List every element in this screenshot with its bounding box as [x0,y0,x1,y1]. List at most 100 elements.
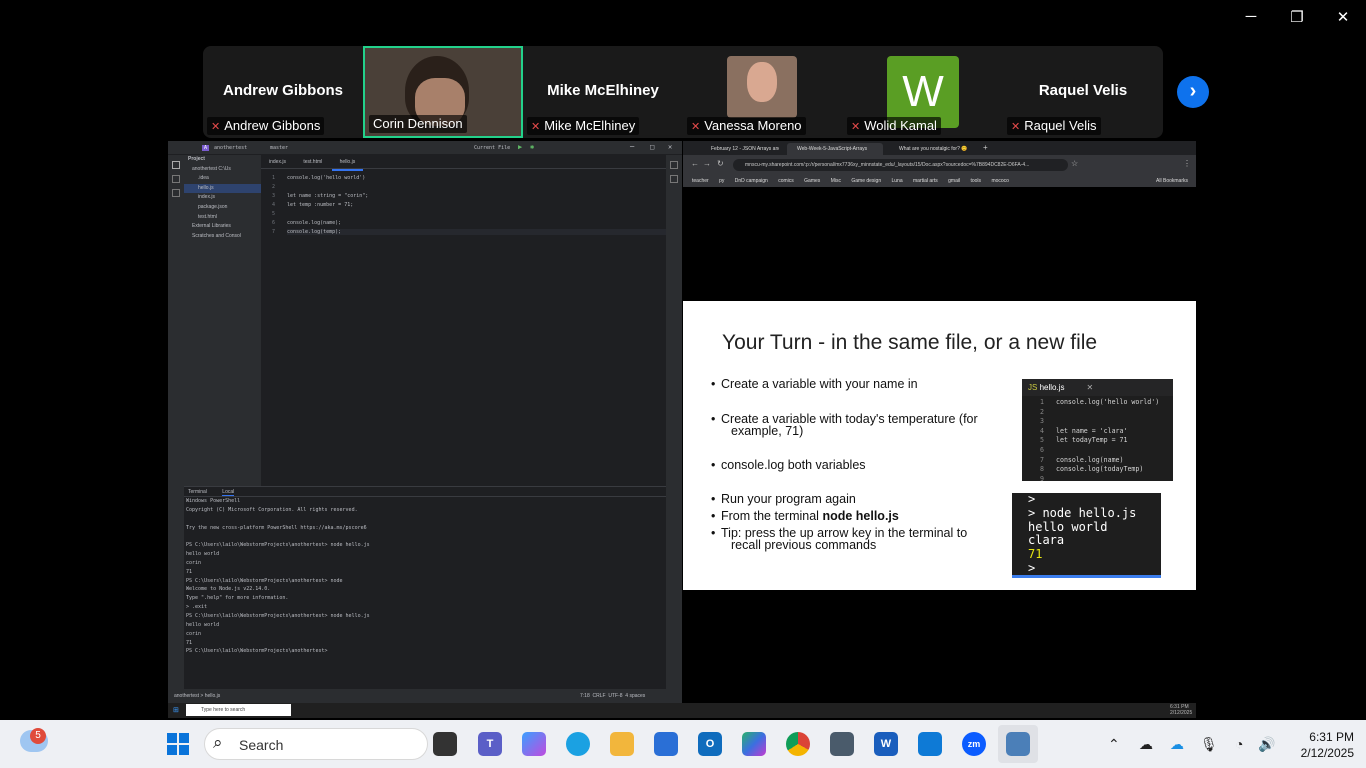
tree-item[interactable]: test.html [184,213,261,223]
notification-badge: 5 [30,728,46,744]
bookmark-item[interactable]: Luna [892,178,903,184]
run-config-select[interactable]: Current File [474,145,510,151]
terminal-line: PS C:\Users\lailo\WebstormProjects\anoth… [186,648,328,655]
calculator-icon[interactable] [830,732,854,756]
outlook-icon[interactable]: O [698,732,722,756]
bookmark-item[interactable]: Game design [851,178,881,184]
status-bar: anothertest > hello.js 7:18 CRLF UTF-8 4… [168,689,682,703]
line-number: 5 [1040,436,1044,445]
code-tab: JS hello.js ✕ [1022,379,1173,396]
terminal-tabs: Terminal Local [184,487,666,497]
wifi-icon[interactable]: ◔ [1235,736,1243,752]
teams-icon[interactable]: T [478,732,502,756]
copilot-icon[interactable] [522,732,546,756]
edge-icon[interactable] [566,732,590,756]
tab-hello-js[interactable]: hello.js [331,155,364,171]
structure-tool-icon[interactable] [172,189,180,197]
bookmark-item[interactable]: py [719,178,724,184]
next-page-button[interactable]: › [1177,76,1209,108]
bookmark-item[interactable]: teacher [692,178,709,184]
participant-tile[interactable]: Mike McElhiney ✕ Mike McElhiney [523,46,683,138]
all-bookmarks[interactable]: All Bookmarks [1156,175,1188,187]
menu-icon[interactable]: ⋮ [1183,159,1191,168]
bookmark-item[interactable]: comics [778,178,794,184]
terminal-tab-local[interactable]: Local [222,489,235,496]
notifications-icon[interactable] [670,161,678,169]
task-view-icon[interactable] [433,732,457,756]
tree-item[interactable]: External Libraries [184,222,261,232]
branch-switcher[interactable]: master [270,145,288,151]
store-icon[interactable] [654,732,678,756]
volume-icon[interactable]: 🔊 [1258,736,1275,753]
url-field[interactable]: mnscu-my.sharepoint.com/:p:/r/personal/m… [733,159,1068,171]
tree-item[interactable]: Scratches and Consol [184,232,261,242]
commit-tool-icon[interactable] [172,175,180,183]
status-info[interactable]: 7:18 CRLF UTF-8 4 spaces [580,689,645,703]
browser-tab-active[interactable]: Web-Week-5-JavaScript-Arrays [787,143,883,155]
chevron-up-icon[interactable]: ⌃ [1108,736,1120,753]
cloud-icon[interactable]: ☁ [1170,736,1184,753]
participant-tile[interactable]: ✕ Vanessa Moreno [683,46,843,138]
bookmark-star-icon[interactable]: ☆ [1071,159,1078,168]
forward-icon[interactable]: → [703,159,711,168]
word-icon[interactable]: W [874,732,898,756]
taskbar-search[interactable]: ⌕ Search [204,728,428,760]
terminal-panel[interactable]: Terminal Local Windows PowerShell Copyrig… [184,486,666,689]
browser-tab[interactable]: What are you nostalgic for? 😊 [889,143,973,155]
debug-icon[interactable]: ✱ [530,143,534,151]
bookmark-item[interactable]: martial arts [913,178,938,184]
participant-tile[interactable]: Raquel Velis ✕ Raquel Velis [1003,46,1163,138]
new-tab-button[interactable]: + [983,143,988,152]
close-button[interactable]: ✕ [1328,8,1358,26]
breadcrumb[interactable]: anothertest > hello.js [174,693,220,699]
vscode-icon[interactable] [918,732,942,756]
clock-date: 2/12/2025 [1170,710,1193,716]
slide-code-lines: 1 console.log('hello world') 2 3 4 let name =… [1022,396,1173,484]
chrome-icon[interactable] [786,732,810,756]
bookmark-item[interactable]: tools [970,178,981,184]
terminal-tab[interactable]: Terminal [188,489,207,495]
bookmark-item[interactable]: mococo [991,178,1009,184]
start-icon[interactable] [167,733,189,755]
bookmark-item[interactable]: DnD campaign [735,178,768,184]
bookmark-item[interactable]: Misc [831,178,841,184]
code-editor[interactable]: 1 console.log('hello world') 2 3 let name … [261,171,666,486]
bookmark-item[interactable]: gmail [948,178,960,184]
project-switcher[interactable]: anothertest [214,145,247,151]
terminal-line: > .exit [186,604,208,611]
maximize-icon[interactable]: □ [650,143,654,151]
slide-code-line: 3 [1022,417,1173,427]
tree-item[interactable]: .idea [184,174,261,184]
close-icon[interactable]: ✕ [668,143,672,151]
participant-tile[interactable]: W ✕ Wolid Kamal [843,46,1003,138]
database-icon[interactable] [670,175,678,183]
back-icon[interactable]: ← [691,159,699,168]
minimize-icon[interactable]: ─ [630,143,634,151]
remote-desktop-icon[interactable] [1006,732,1030,756]
slide-code-line: 1 console.log('hello world') [1022,398,1173,408]
zoom-icon[interactable]: zm [962,732,986,756]
reload-icon[interactable]: ↻ [717,159,724,168]
minimize-button[interactable]: ─ [1236,8,1266,25]
clock-date[interactable]: 2/12/2025 [1284,746,1354,760]
tree-item-selected[interactable]: hello.js [184,183,261,194]
clock-time[interactable]: 6:31 PM [1284,730,1354,744]
tab-index-js[interactable]: index.js [261,155,294,169]
file-explorer-icon[interactable] [610,732,634,756]
onedrive-icon[interactable]: ☁ [1139,736,1153,753]
participant-tile-active-speaker[interactable]: Corin Dennison [363,46,523,138]
bookmark-item[interactable]: Games [804,178,820,184]
tree-item[interactable]: index.js [184,193,261,203]
participant-tile[interactable]: Andrew Gibbons ✕ Andrew Gibbons [203,46,363,138]
m365-icon[interactable] [742,732,766,756]
browser-tab[interactable]: February 12 - JSON Arrays and [701,143,779,155]
tree-item[interactable]: package.json [184,203,261,213]
run-icon[interactable]: ▶ [518,143,522,151]
terminal-line: PS C:\Users\lailo\WebstormProjects\anoth… [186,612,370,619]
tab-test-html[interactable]: test.html [295,155,330,169]
microphone-icon[interactable]: 🎙 [1200,736,1218,753]
tree-item[interactable]: anothertest C:\Us [184,165,261,175]
project-badge: A [202,145,210,151]
restore-button[interactable]: ❐ [1282,8,1312,26]
project-tool-icon[interactable] [172,161,180,169]
